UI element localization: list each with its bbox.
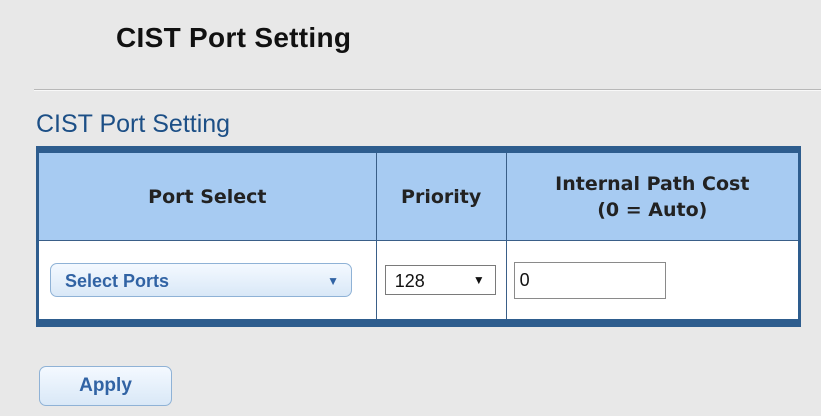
port-select-cell: Select Ports ▼ — [39, 240, 377, 319]
section-title: CIST Port Setting — [36, 110, 231, 138]
header-priority: Priority — [376, 153, 507, 241]
header-internal-path-cost: Internal Path Cost (0 = Auto) — [506, 153, 798, 241]
internal-path-cost-input[interactable] — [513, 261, 666, 299]
port-select-label: Select Ports — [65, 271, 170, 291]
port-select-dropdown[interactable]: Select Ports ▼ — [50, 263, 352, 297]
page-title: CIST Port Setting — [116, 22, 352, 53]
caret-down-icon: ▼ — [472, 273, 485, 287]
caret-down-icon: ▼ — [327, 274, 339, 288]
header-internal-path-cost-line2: (0 = Auto) — [597, 198, 708, 221]
table-header-row: Port Select Priority Internal Path Cost … — [39, 153, 798, 241]
internal-path-cost-cell — [506, 240, 798, 319]
header-internal-path-cost-line1: Internal Path Cost — [555, 172, 750, 195]
cist-port-table-container: Port Select Priority Internal Path Cost … — [36, 146, 801, 327]
divider — [34, 89, 821, 91]
priority-select[interactable]: 128 ▼ — [384, 265, 496, 295]
cist-port-table: Port Select Priority Internal Path Cost … — [39, 153, 798, 319]
priority-value: 128 — [394, 271, 425, 291]
table-row: Select Ports ▼ 128 ▼ — [39, 240, 798, 319]
apply-button[interactable]: Apply — [39, 366, 172, 406]
priority-cell: 128 ▼ — [376, 240, 507, 319]
header-port-select: Port Select — [39, 153, 377, 241]
